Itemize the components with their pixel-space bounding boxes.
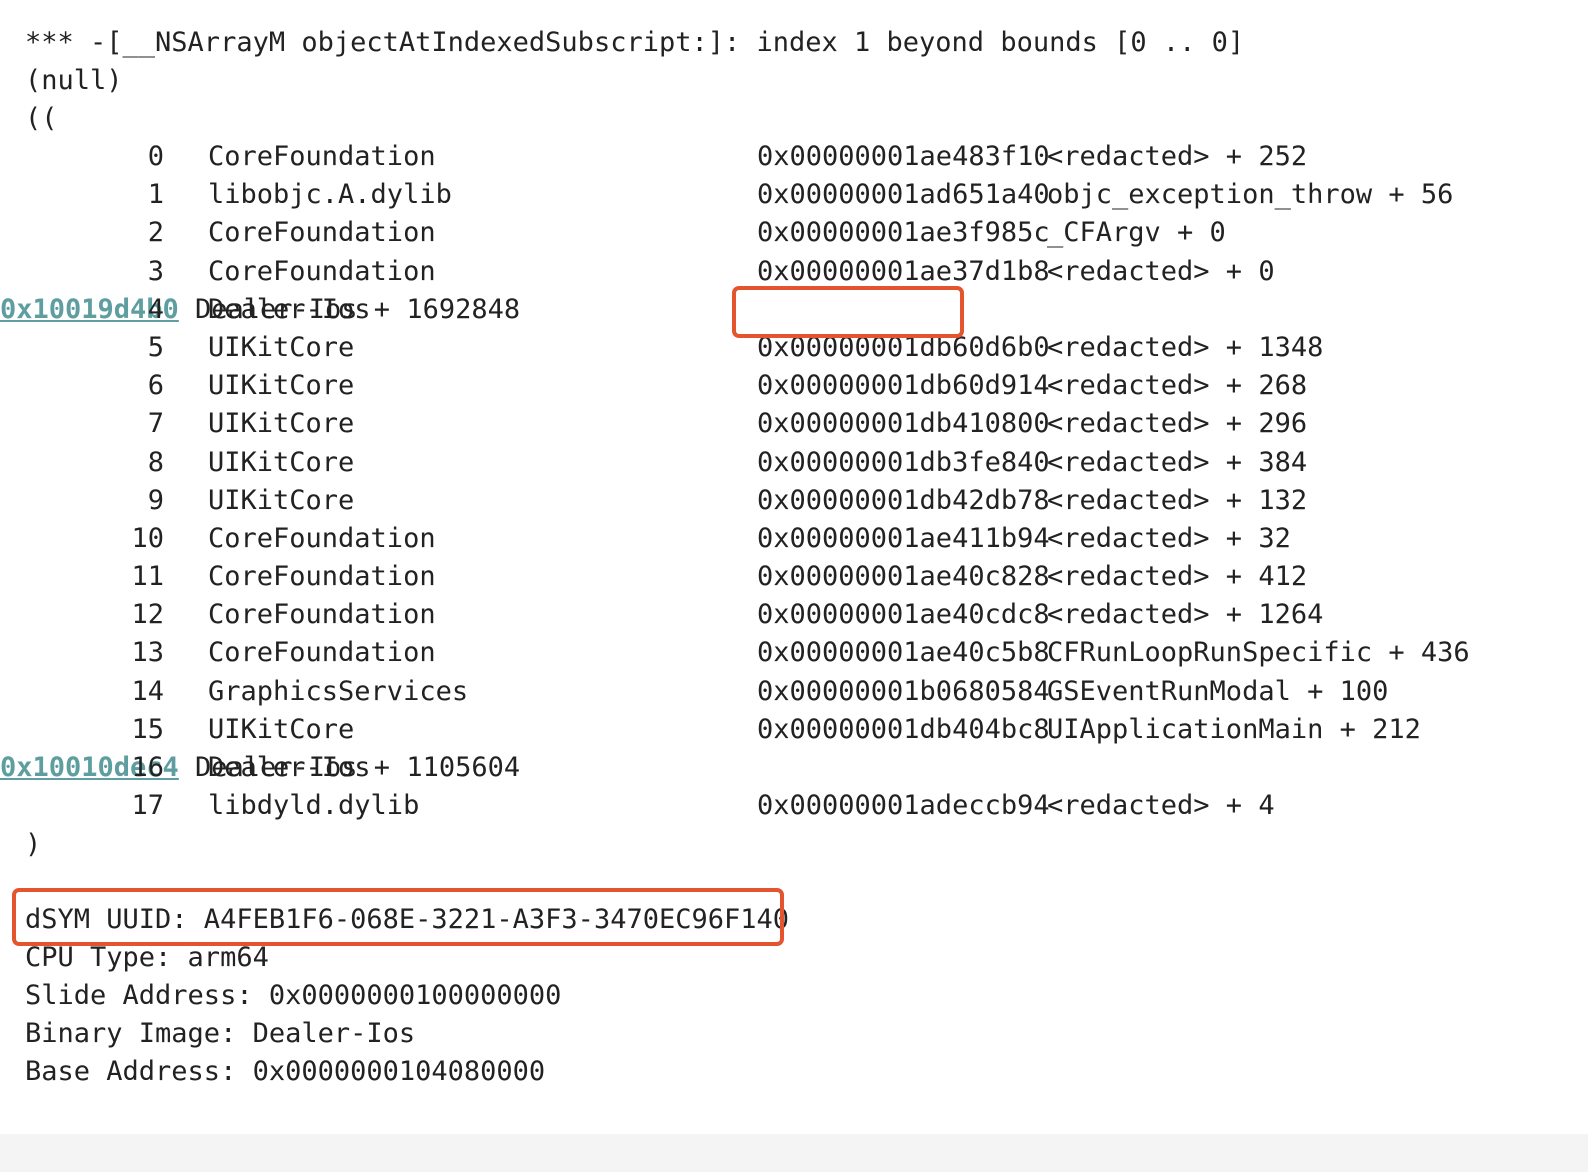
frame-address: 0x00000001db3fe840 bbox=[757, 446, 1050, 478]
frame-symbol: <redacted> + 268 bbox=[1047, 370, 1308, 402]
stack-close-paren: ) bbox=[25, 829, 42, 860]
frame-index: 5 bbox=[147, 331, 164, 363]
frame-library: UIKitCore bbox=[208, 408, 355, 440]
frame-index: 6 bbox=[147, 370, 164, 402]
frame-library: UIKitCore bbox=[208, 713, 355, 745]
stack-frame-row: 7 UIKitCore 0x00000001db410800 <redacted> +… bbox=[0, 405, 1588, 443]
stack-frame-row: 6 UIKitCore 0x00000001db60d914 <redacted> +… bbox=[0, 367, 1588, 405]
frame-symbol: Dealer-Ios + 1105604 bbox=[195, 752, 521, 783]
frame-symbol: _CFArgv + 0 bbox=[1047, 217, 1226, 249]
frame-index: 12 bbox=[131, 599, 164, 631]
frame-library: GraphicsServices bbox=[208, 675, 469, 707]
frame-address: 0x00000001adeccb94 bbox=[757, 790, 1050, 822]
stack-frame-row: 1 libobjc.A.dylib 0x00000001ad651a40 objc_e… bbox=[0, 176, 1588, 214]
frame-address: 0x00000001ae483f10 bbox=[757, 141, 1050, 172]
stack-frame-row: 16 Dealer-Ios 0x10010dec4 Dealer-Ios + 1105… bbox=[0, 749, 1588, 787]
stack-frame-row: 14 GraphicsServices 0x00000001b0680584 GSEv… bbox=[0, 673, 1588, 711]
frame-symbol: <redacted> + 1264 bbox=[1047, 599, 1324, 631]
frame-symbol: <redacted> + 412 bbox=[1047, 561, 1308, 593]
frame-library: CoreFoundation bbox=[208, 522, 436, 554]
stack-frame-row: 15 UIKitCore 0x00000001db404bc8 UIApplicati… bbox=[0, 711, 1588, 749]
frame-index: 17 bbox=[131, 790, 164, 822]
frame-address: 0x00000001ae40c828 bbox=[757, 561, 1050, 593]
bottom-bar bbox=[0, 1134, 1588, 1172]
frame-index: 13 bbox=[131, 637, 164, 669]
frame-symbol: CFRunLoopRunSpecific + 436 bbox=[1047, 637, 1470, 669]
frame-library: UIKitCore bbox=[208, 446, 355, 478]
frame-index: 10 bbox=[131, 522, 164, 554]
frame-symbol: <redacted> + 32 bbox=[1047, 522, 1291, 554]
frame-library: CoreFoundation bbox=[208, 599, 436, 631]
slide-address: Slide Address: 0x0000000100000000 bbox=[25, 980, 562, 1011]
frame-library: CoreFoundation bbox=[208, 637, 436, 669]
frame-address: 0x00000001db42db78 bbox=[757, 484, 1050, 516]
frame-library: libobjc.A.dylib bbox=[208, 179, 452, 211]
frame-index: 16 bbox=[131, 752, 164, 783]
stack-open-paren: (( bbox=[25, 103, 58, 134]
frame-symbol: <redacted> + 384 bbox=[1047, 446, 1308, 478]
frame-address: 0x00000001b0680584 bbox=[757, 675, 1050, 707]
stack-frame-row: 13 CoreFoundation 0x00000001ae40c5b8 CFRunL… bbox=[0, 634, 1588, 672]
frame-library: UIKitCore bbox=[208, 484, 355, 516]
frame-address: 0x00000001ad651a40 bbox=[757, 179, 1050, 211]
frame-index: 11 bbox=[131, 561, 164, 593]
frame-address: 0x00000001db60d914 bbox=[757, 370, 1050, 402]
frame-symbol: GSEventRunModal + 100 bbox=[1047, 675, 1389, 707]
frame-index: 7 bbox=[147, 408, 164, 440]
frame-symbol: <redacted> + 296 bbox=[1047, 408, 1308, 440]
stack-frame-row: 3 CoreFoundation 0x00000001ae37d1b8 <redact… bbox=[0, 253, 1588, 291]
frame-symbol: <redacted> + 132 bbox=[1047, 484, 1308, 516]
frame-address: 0x00000001ae37d1b8 bbox=[757, 255, 1050, 287]
frame-library: libdyld.dylib bbox=[208, 790, 420, 822]
frame-symbol: <redacted> + 0 bbox=[1047, 255, 1275, 287]
stack-frame-row: 8 UIKitCore 0x00000001db3fe840 <redacted> +… bbox=[0, 444, 1588, 482]
stack-frame-row: 17 libdyld.dylib 0x00000001adeccb94 <redact… bbox=[0, 787, 1588, 825]
frame-address: 0x00000001ae40c5b8 bbox=[757, 637, 1050, 669]
frame-index: 2 bbox=[147, 217, 164, 249]
frame-library: UIKitCore bbox=[208, 331, 355, 363]
frame-index: 9 bbox=[147, 484, 164, 516]
stack-frame-row: 5 UIKitCore 0x00000001db60d6b0 <redacted> +… bbox=[0, 329, 1588, 367]
frame-library: CoreFoundation bbox=[208, 141, 436, 172]
frame-index: 15 bbox=[131, 713, 164, 745]
frame-address: 0x00000001ae40cdc8 bbox=[757, 599, 1050, 631]
frame-symbol: <redacted> + 252 bbox=[1047, 141, 1308, 172]
frame-symbol: <redacted> + 4 bbox=[1047, 790, 1275, 822]
stack-frame-row: 10 CoreFoundation 0x00000001ae411b94 <redac… bbox=[0, 520, 1588, 558]
frame-symbol: UIApplicationMain + 212 bbox=[1047, 713, 1421, 745]
frame-address: 0x00000001db60d6b0 bbox=[757, 331, 1050, 363]
frame-library: CoreFoundation bbox=[208, 217, 436, 249]
frame-index: 14 bbox=[131, 675, 164, 707]
frame-address: 0x00000001db410800 bbox=[757, 408, 1050, 440]
frame-symbol: Dealer-Ios + 1692848 bbox=[195, 293, 521, 325]
stack-frame-row: 11 CoreFoundation 0x00000001ae40c828 <redac… bbox=[0, 558, 1588, 596]
frame-index: 8 bbox=[147, 446, 164, 478]
stack-frame-row: 12 CoreFoundation 0x00000001ae40cdc8 <redac… bbox=[0, 596, 1588, 634]
stack-frame-row: 9 UIKitCore 0x00000001db42db78 <redacted> +… bbox=[0, 482, 1588, 520]
stack-frame-row: 0 CoreFoundation 0x00000001ae483f10 <redact… bbox=[0, 138, 1588, 176]
frame-symbol: <redacted> + 1348 bbox=[1047, 331, 1324, 363]
frame-symbol: objc_exception_throw + 56 bbox=[1047, 179, 1454, 211]
cpu-type: CPU Type: arm64 bbox=[25, 942, 269, 973]
frame-index: 4 bbox=[147, 293, 164, 325]
frame-index: 1 bbox=[147, 179, 164, 211]
frame-address: 0x00000001ae3f985c bbox=[757, 217, 1050, 249]
null-line: (null) bbox=[25, 65, 123, 96]
frame-index: 0 bbox=[147, 141, 164, 172]
frame-index: 3 bbox=[147, 255, 164, 287]
frame-library: CoreFoundation bbox=[208, 561, 436, 593]
frame-library: UIKitCore bbox=[208, 370, 355, 402]
dsym-uuid: dSYM UUID: A4FEB1F6-068E-3221-A3F3-3470E… bbox=[25, 904, 790, 935]
stack-frame-row: 4 Dealer-Ios 0x10019d4b0 Dealer-Ios + 16928… bbox=[0, 291, 1588, 329]
frame-library: CoreFoundation bbox=[208, 255, 436, 287]
frame-address: 0x00000001ae411b94 bbox=[757, 522, 1050, 554]
frame-address: 0x00000001db404bc8 bbox=[757, 713, 1050, 745]
stack-frame-row: 2 CoreFoundation 0x00000001ae3f985c _CFArgv… bbox=[0, 214, 1588, 252]
stack-frames: 0 CoreFoundation 0x00000001ae483f10 <redact… bbox=[0, 138, 1588, 825]
base-address: Base Address: 0x0000000104080000 bbox=[25, 1056, 546, 1087]
binary-image: Binary Image: Dealer-Ios bbox=[25, 1018, 416, 1049]
exception-message: *** -[__NSArrayM objectAtIndexedSubscrip… bbox=[25, 27, 1245, 58]
